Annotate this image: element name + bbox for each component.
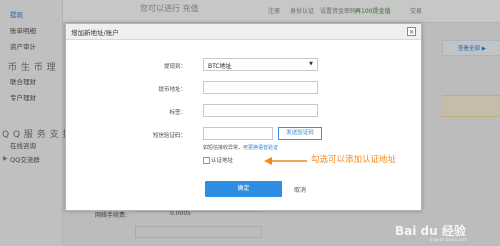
tag-label: 标签：: [169, 110, 186, 116]
address-input[interactable]: [203, 81, 318, 94]
dialog-title: 增加新地址/账户: [71, 29, 119, 37]
confirm-button[interactable]: 确定: [205, 181, 282, 197]
close-icon[interactable]: ×: [407, 27, 416, 36]
annotation-text: 勾选可以添加认证地址: [311, 155, 397, 165]
address-label: 提币地址：: [158, 87, 186, 93]
sms-code-label: 短信验证码：: [152, 133, 186, 139]
tag-input[interactable]: [203, 104, 318, 117]
send-code-button[interactable]: 发送验证码: [278, 127, 322, 140]
arrow-left-icon: [264, 157, 307, 165]
sms-code-input[interactable]: [203, 127, 273, 140]
voice-verify-link[interactable]: 更换语音验证: [248, 145, 278, 151]
verify-address-label[interactable]: 认证地址: [211, 156, 233, 164]
currency-select[interactable]: BTC地址 ▼: [203, 58, 318, 71]
currency-select-value: BTC地址: [208, 63, 232, 70]
watermark-url: jingyan.baidu.com: [430, 237, 467, 242]
add-address-dialog: 增加新地址/账户 × 提现到： BTC地址 ▼ 提币地址： 标签： 短信验证码：…: [65, 23, 422, 211]
verify-address-checkbox[interactable]: [203, 157, 210, 164]
sms-hint-text: 如短信接收异常，可: [203, 145, 249, 151]
currency-label: 提现到：: [163, 64, 186, 70]
dialog-header: 增加新地址/账户 ×: [66, 24, 421, 40]
cancel-button[interactable]: 取消: [294, 185, 306, 194]
sms-hint: 如短信接收异常，可更换语音验证: [203, 144, 278, 151]
chevron-down-icon: ▼: [309, 61, 313, 67]
